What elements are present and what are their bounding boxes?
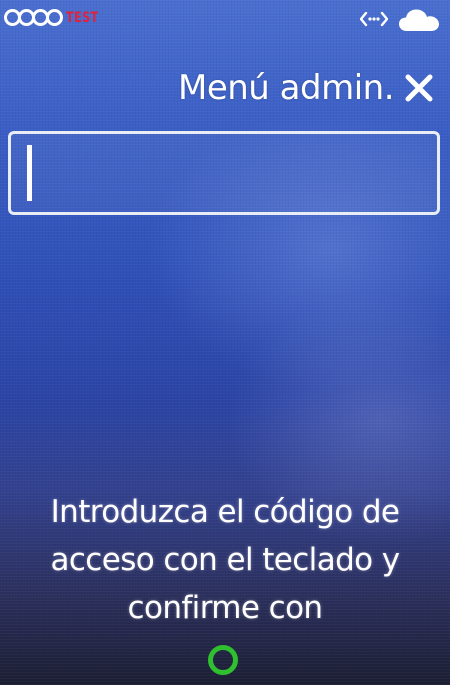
close-button[interactable]	[402, 71, 436, 105]
cloud-icon	[399, 9, 439, 31]
instructions-line: Introduzca el código de	[50, 494, 400, 530]
admin-menu-screen: TEST Menú admin. Introduzca el código de…	[0, 0, 450, 685]
link-arrows-icon	[360, 11, 388, 27]
header: Menú admin.	[178, 68, 436, 108]
status-bar: TEST	[0, 0, 450, 40]
brand-logo: TEST	[4, 9, 107, 26]
page-title: Menú admin.	[178, 68, 395, 108]
instructions-line: confirme con	[127, 590, 324, 626]
brand-test-label: TEST	[66, 9, 99, 26]
green-circle-key-icon[interactable]	[206, 643, 240, 677]
brand-rings-icon	[4, 9, 63, 26]
close-icon	[405, 74, 433, 102]
instructions-text: Introduzca el código de acceso con el te…	[0, 488, 450, 632]
access-code-input[interactable]	[11, 134, 437, 212]
instructions-line: acceso con el teclado y	[50, 542, 400, 578]
access-code-field[interactable]	[8, 131, 440, 215]
